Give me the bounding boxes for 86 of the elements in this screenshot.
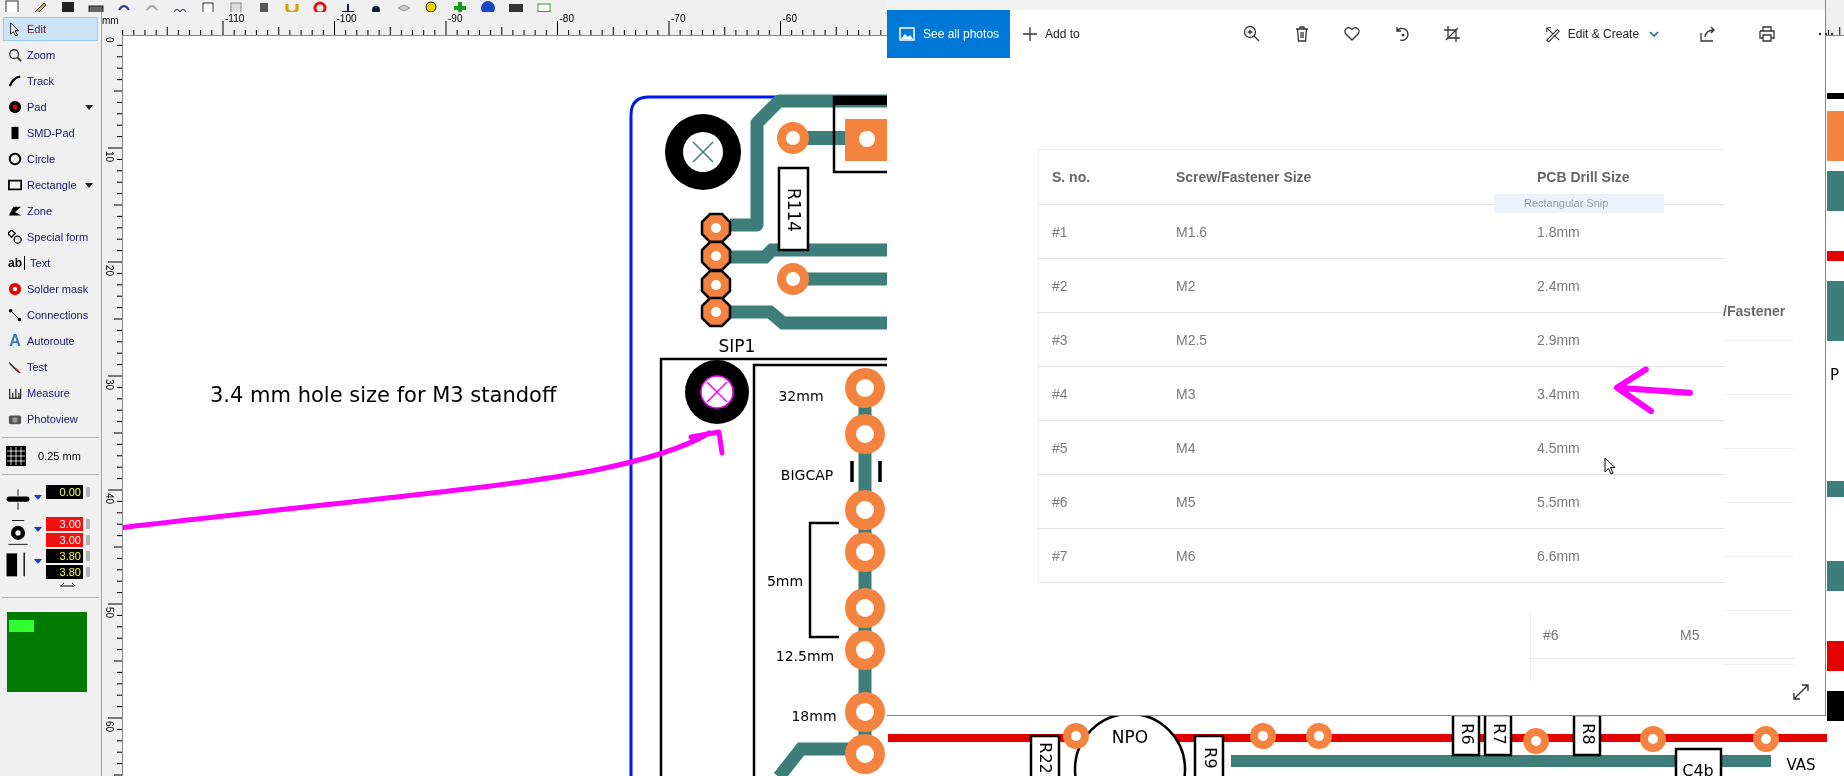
value-field[interactable]: 0.00 [46,485,83,499]
table-cell-text: #3 [1051,331,1069,348]
tool-glyph: A [8,334,22,348]
edit-create-button[interactable]: Edit & Create [1538,18,1666,50]
ruler-label: -110 [225,13,245,24]
table-cell-text: M3 [1176,385,1197,402]
silkscreen-label: SIP1 [718,336,756,356]
tool-button[interactable]: Photoview [3,407,98,431]
silkscreen-label: P [1830,365,1840,384]
ruler-label: -90 [448,13,463,24]
tool-button[interactable]: ab Text [3,251,98,275]
tool-button[interactable]: Edit [3,17,98,41]
tool-button[interactable]: Track [3,69,98,93]
ruler-label: -60 [782,13,797,24]
tooltip: Rectangular Snip [1494,194,1664,213]
value-field[interactable]: 3.00 [46,517,83,531]
silkscreen-label: R8 [1578,723,1598,745]
tool-button[interactable]: Zoom [3,43,98,67]
table-cell: M5 [1680,627,1700,643]
value-field[interactable]: 3.80 [46,549,83,563]
table-cell-text: M2.5 [1176,331,1209,348]
silkscreen-label: R7 [1489,723,1509,745]
silkscreen-label: R9 [1200,747,1220,769]
tool-button[interactable]: Rectangle [3,173,98,197]
tool-button[interactable]: Pad [3,95,98,119]
ruler-label: -100 [336,13,357,24]
ruler-label: 40 [104,493,115,505]
tool-glyph: ab [8,256,25,270]
tool-button[interactable]: Circle [3,147,98,171]
table-cell-text: 2.4mm [1537,277,1581,294]
silkscreen-label: NPO [1111,727,1149,747]
table-cell-text: M6 [1176,547,1197,564]
value-field[interactable]: 3.80 [46,565,83,579]
tool-button[interactable]: Solder mask [3,277,98,301]
ruler-unit: mm [102,14,120,28]
tool-button[interactable]: Zone [3,199,98,223]
ruler-label: 60 [104,721,115,733]
silkscreen-label: R22 [1035,742,1055,774]
table-cell-text: #1 [1051,223,1069,240]
table-cell-text: 4.5mm [1537,439,1581,456]
silkscreen-label: BIGCAP [780,467,834,483]
table-cell-text: M2 [1176,277,1197,294]
tool-button[interactable]: Test [3,355,98,379]
table-cell-text: #7 [1051,547,1069,564]
column-header: PCB Drill Size [1537,169,1631,185]
silkscreen-label: R114 [784,187,804,233]
table-cell-text: M5 [1176,493,1197,510]
tool-button[interactable]: Connections [3,303,98,327]
table-cell-text: #6 [1051,493,1069,510]
table-cell-text: M4 [1176,439,1197,456]
ruler-label: 30 [104,379,115,391]
table-cell-text: #5 [1051,439,1069,456]
add-to-button[interactable]: Add to [1016,18,1086,50]
table-cell-text: 1.8mm [1537,223,1581,240]
silkscreen-label: 5mm [766,573,804,589]
tool-button[interactable]: Measure [3,381,98,405]
column-header: Screw/Fastener Size [1176,169,1313,185]
see-all-photos-button[interactable]: See all photos [887,10,1010,58]
ruler-label: 50 [104,607,115,619]
grid-size-label: 0.25 mm [38,450,81,462]
tool-button[interactable]: SMD-Pad [3,121,98,145]
annotation-text: 3.4 mm hole size for M3 standoff [210,383,557,407]
table-cell-text: 5.5mm [1537,493,1581,510]
table-cell-text: 6.6mm [1537,547,1581,564]
silkscreen-label: 18mm [791,708,837,724]
silkscreen-label: 32mm [778,388,824,404]
table-cell-text: 2.9mm [1537,331,1581,348]
value-field[interactable]: 3.00 [46,533,83,547]
table-cell-text: #2 [1051,277,1069,294]
table-cell-text: #6 [1542,627,1560,643]
tool-button[interactable]: A Autoroute [3,329,98,353]
ruler-label: 10 [104,151,115,163]
tool-button[interactable]: Special form [3,225,98,249]
column-header: S. no. [1051,169,1092,185]
table-cell-text: M1.6 [1176,223,1209,240]
table-cell-text: 3.4mm [1537,385,1581,402]
silkscreen-label: C4b [1682,760,1714,776]
silkscreen-label: 12.5mm [775,648,835,664]
ruler-label: 20 [104,265,115,277]
ruler-label: -80 [559,13,574,24]
ruler-label: -70 [671,13,686,24]
ruler-label: 0 [104,37,115,43]
silkscreen-label: R6 [1457,723,1477,745]
column-header: /Fastener [1723,303,1786,319]
silkscreen-label: VAS [1786,755,1816,774]
table-cell-text: #4 [1051,385,1069,402]
